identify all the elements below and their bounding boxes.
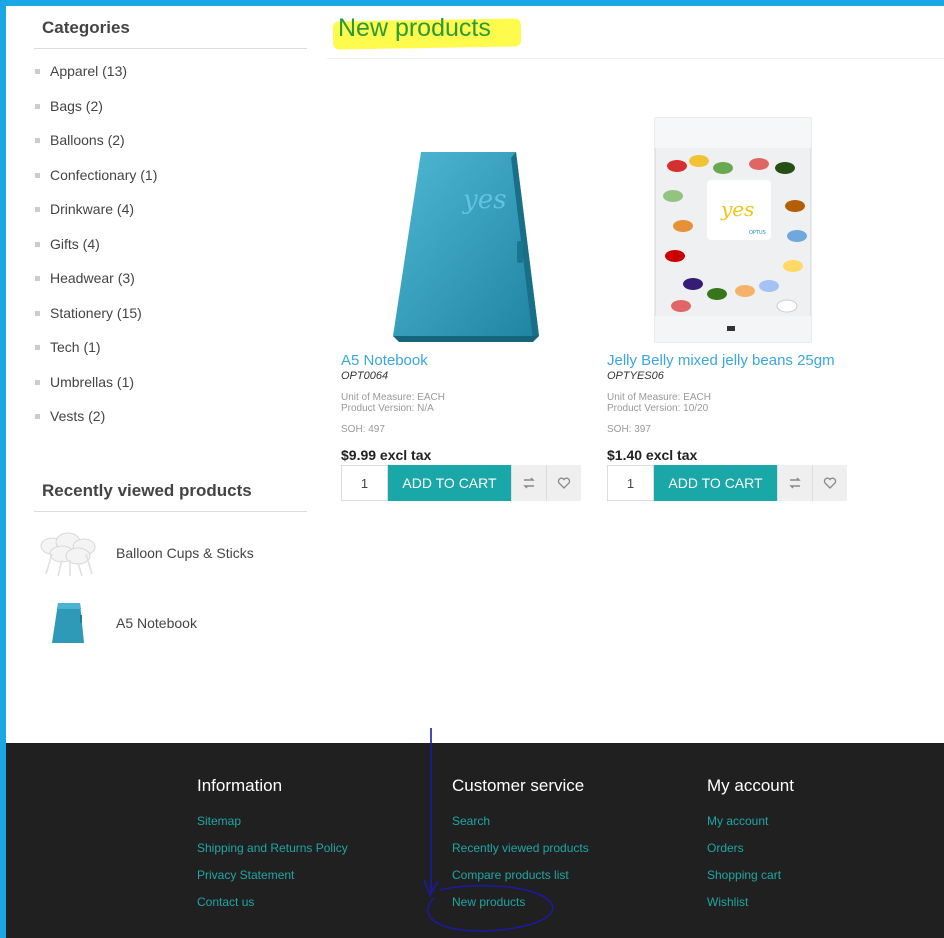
- footer-link-sitemap[interactable]: Sitemap: [197, 814, 348, 828]
- category-label: Drinkware (4): [50, 201, 135, 217]
- product-sku: OPT0064: [341, 370, 389, 382]
- footer-link-new-products[interactable]: New products: [452, 895, 589, 909]
- footer-link-privacy[interactable]: Privacy Statement: [197, 868, 348, 882]
- category-label: Confectionary (1): [50, 166, 158, 183]
- unit-of-measure: Unit of Measure: EACH: [607, 392, 711, 403]
- product-sku: OPTYES06: [607, 370, 664, 382]
- category-label: Tech (1): [50, 339, 101, 355]
- category-label: Balloons (2): [50, 132, 125, 148]
- category-item-vests[interactable]: Vests (2): [34, 402, 307, 437]
- category-label: Stationery (15): [50, 304, 142, 321]
- bullet-icon: [35, 379, 40, 385]
- category-label: Gifts (4): [50, 235, 100, 252]
- sidebar: Categories Apparel (13) Bags (2) Balloon…: [34, 6, 307, 658]
- footer-customer-service: Customer service Search Recently viewed …: [452, 776, 589, 922]
- unit-of-measure: Unit of Measure: EACH: [341, 392, 445, 403]
- wishlist-heart-icon[interactable]: [546, 465, 581, 501]
- product-name-link[interactable]: A5 Notebook: [341, 352, 591, 370]
- product-image-jelly-beans[interactable]: yes OPTUS: [607, 84, 857, 346]
- recent-item-name[interactable]: Balloon Cups & Sticks: [116, 545, 254, 561]
- category-label: Bags (2): [50, 97, 103, 114]
- categories-title: Categories: [34, 6, 307, 49]
- category-label: Headwear (3): [50, 270, 135, 286]
- compare-icon[interactable]: [777, 465, 812, 501]
- product-card: yes A5 Notebook OPT0064 Unit of Measure:…: [341, 84, 591, 501]
- product-version: Product Version: 10/20: [607, 403, 709, 414]
- category-item-headwear[interactable]: Headwear (3): [34, 264, 307, 299]
- footer-link-orders[interactable]: Orders: [707, 841, 794, 855]
- footer-link-shipping-returns[interactable]: Shipping and Returns Policy: [197, 841, 348, 855]
- bullet-icon: [35, 207, 40, 212]
- bullet-icon: [35, 138, 40, 143]
- footer-link-shopping-cart[interactable]: Shopping cart: [707, 868, 794, 882]
- category-list: Apparel (13) Bags (2) Balloons (2) Confe…: [34, 49, 307, 437]
- add-to-cart-button[interactable]: ADD TO CART: [654, 465, 777, 501]
- stock-on-hand: SOH: 397: [607, 424, 651, 435]
- footer: Information Sitemap Shipping and Returns…: [6, 743, 944, 938]
- stock-on-hand: SOH: 497: [341, 424, 385, 435]
- add-to-cart-button[interactable]: ADD TO CART: [388, 465, 511, 501]
- footer-link-compare[interactable]: Compare products list: [452, 868, 589, 882]
- jelly-logo-text: yes: [720, 197, 754, 221]
- notebook-image[interactable]: [36, 597, 100, 649]
- quantity-input[interactable]: [341, 465, 388, 501]
- footer-my-account: My account My account Orders Shopping ca…: [707, 776, 794, 922]
- category-item-balloons[interactable]: Balloons (2): [34, 126, 307, 161]
- quantity-input[interactable]: [607, 465, 654, 501]
- footer-link-contact[interactable]: Contact us: [197, 895, 348, 909]
- footer-information: Information Sitemap Shipping and Returns…: [197, 776, 348, 922]
- recent-item-balloon-cups[interactable]: Balloon Cups & Sticks: [34, 518, 307, 588]
- bullet-icon: [35, 172, 40, 178]
- product-image-notebook[interactable]: yes: [341, 84, 591, 346]
- balloon-cups-image[interactable]: [36, 527, 100, 579]
- category-item-confectionary[interactable]: Confectionary (1): [34, 161, 307, 196]
- product-price: $1.40 excl tax: [607, 447, 698, 463]
- category-label: Apparel (13): [50, 63, 128, 79]
- category-item-drinkware[interactable]: Drinkware (4): [34, 195, 307, 230]
- footer-customer-service-title: Customer service: [452, 776, 585, 795]
- recent-item-name[interactable]: A5 Notebook: [116, 615, 197, 631]
- product-actions: ADD TO CART: [341, 465, 591, 501]
- bullet-icon: [35, 414, 40, 419]
- product-price: $9.99 excl tax: [341, 447, 432, 463]
- category-item-tech[interactable]: Tech (1): [34, 333, 307, 368]
- page-title: New products: [338, 14, 491, 42]
- bullet-icon: [35, 241, 40, 247]
- recent-item-a5-notebook[interactable]: A5 Notebook: [34, 588, 307, 658]
- product-card: yes OPTUS Jelly Belly mixed jelly beans …: [607, 84, 857, 501]
- bullet-icon: [35, 69, 40, 74]
- jelly-brand-text: OPTUS: [749, 230, 766, 236]
- footer-link-recently-viewed[interactable]: Recently viewed products: [452, 841, 589, 855]
- bullet-icon: [35, 345, 40, 350]
- product-name-link[interactable]: Jelly Belly mixed jelly beans 25gm: [607, 352, 857, 370]
- footer-link-search[interactable]: Search: [452, 814, 589, 828]
- category-label: Umbrellas (1): [50, 373, 135, 390]
- wishlist-heart-icon[interactable]: [812, 465, 847, 501]
- recently-viewed-title: Recently viewed products: [34, 469, 307, 512]
- bullet-icon: [35, 276, 40, 281]
- product-actions: ADD TO CART: [607, 465, 857, 501]
- footer-my-account-title: My account: [707, 776, 794, 795]
- category-item-gifts[interactable]: Gifts (4): [34, 230, 307, 265]
- category-item-umbrellas[interactable]: Umbrellas (1): [34, 368, 307, 403]
- compare-icon[interactable]: [511, 465, 546, 501]
- product-version: Product Version: N/A: [341, 403, 434, 414]
- category-item-apparel[interactable]: Apparel (13): [34, 57, 307, 92]
- category-item-stationery[interactable]: Stationery (15): [34, 299, 307, 334]
- footer-information-title: Information: [197, 776, 283, 795]
- footer-link-my-account[interactable]: My account: [707, 814, 794, 828]
- category-item-bags[interactable]: Bags (2): [34, 92, 307, 127]
- bullet-icon: [35, 103, 40, 109]
- notebook-logo-text: yes: [462, 185, 506, 215]
- footer-link-wishlist[interactable]: Wishlist: [707, 895, 794, 909]
- bullet-icon: [35, 310, 40, 316]
- category-label: Vests (2): [50, 408, 106, 424]
